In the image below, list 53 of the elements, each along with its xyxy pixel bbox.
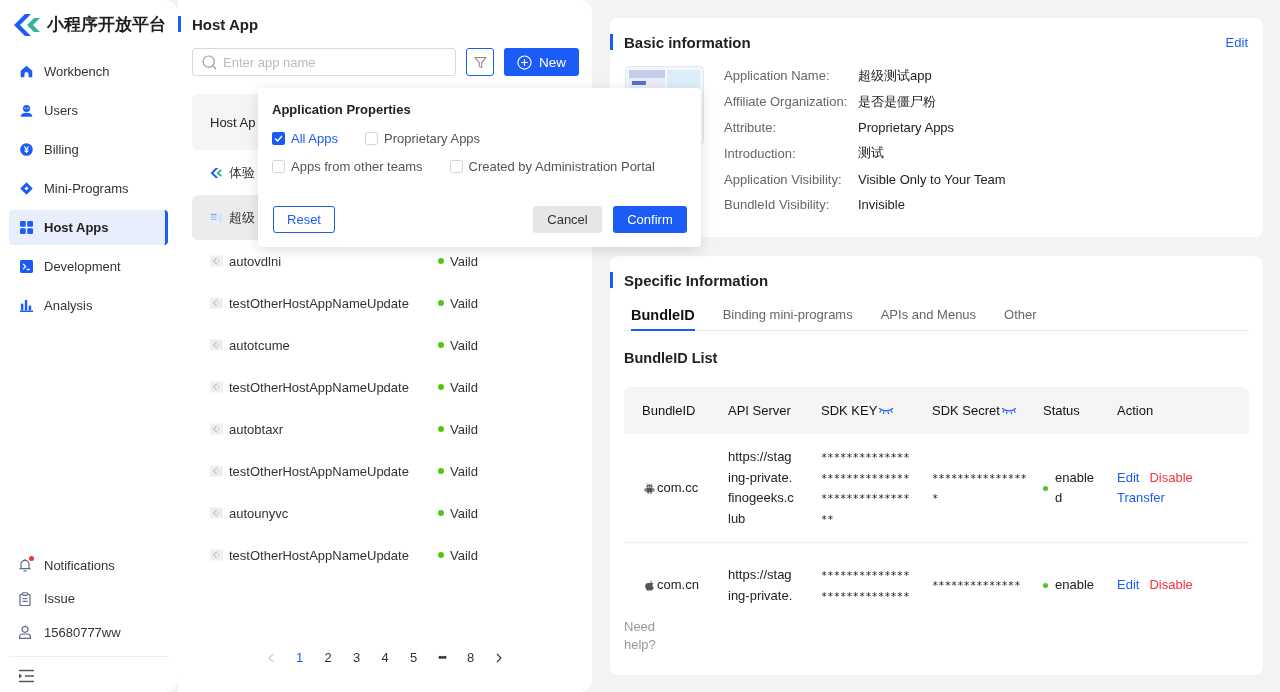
card-title: Specific Information <box>624 271 769 289</box>
field-value: Invisible <box>858 197 906 213</box>
field-value: 超级测试app <box>858 66 933 85</box>
app-name: testOtherHostAppNameUpdate <box>229 295 409 311</box>
app-name: autobtaxr <box>229 421 284 437</box>
app-name: 体验 <box>229 163 255 182</box>
status-text: Vaild <box>450 505 478 521</box>
panel-title: Host App <box>192 15 259 33</box>
card-title: Basic information <box>624 33 751 51</box>
sdk-secret-value: **************** <box>932 470 1028 506</box>
field-value: 是否是僵尸粉 <box>858 92 937 111</box>
field-label: Introduction: <box>724 145 797 161</box>
status-text: Vaild <box>450 295 478 311</box>
app-name: testOtherHostAppNameUpdate <box>229 547 409 563</box>
field-label: Application Name: <box>724 68 831 84</box>
app-name: 超级 <box>229 208 255 227</box>
app-name: autounyvc <box>229 505 289 521</box>
bundle-id: com.cn <box>657 576 699 595</box>
column-header: Status <box>1043 403 1080 418</box>
field-value: Visible Only to Your Team <box>858 171 1006 187</box>
field-label: Affiliate Organization: <box>724 94 849 110</box>
field-value: 测试 <box>858 144 885 163</box>
status-text: enabled <box>1055 468 1096 507</box>
list-title: BundleID List <box>624 349 719 367</box>
api-server-url: https://staging-private.finogeeks.club <box>728 448 794 528</box>
sdk-key-value: **************************** <box>821 568 911 604</box>
app-name: autotcume <box>229 337 290 353</box>
app-name: autovdlni <box>229 253 282 269</box>
bundle-id: com.cc <box>657 478 699 497</box>
app-name: testOtherHostAppNameUpdate <box>229 463 409 479</box>
status-text: Vaild <box>450 421 478 437</box>
status-text: Vaild <box>450 253 478 269</box>
status-text: Vaild <box>450 337 478 353</box>
column-header: SDK Secret <box>932 403 1000 418</box>
status-text: Vaild <box>450 547 478 563</box>
api-server-url: https://staging-private. <box>728 566 794 605</box>
status-text: Vaild <box>450 379 478 395</box>
status-text: Vaild <box>450 463 478 479</box>
sdk-secret-value: ************** <box>932 578 1022 594</box>
column-header: BundleID <box>642 403 696 418</box>
field-label: Application Visibility: <box>724 171 843 187</box>
popover-title: Application Properties <box>272 102 412 118</box>
column-header: SDK KEY <box>821 403 878 418</box>
column-header: API Server <box>728 403 791 418</box>
status-text: enable <box>1055 576 1096 595</box>
brand-name: 小程序开放平台 <box>47 14 166 36</box>
sdk-key-value: ******************************************** <box>821 450 911 527</box>
column-header: Host Ap <box>210 114 256 130</box>
field-value: Proprietary Apps <box>858 120 956 135</box>
field-label: BundleId Visibility: <box>724 197 831 213</box>
column-header: Action <box>1117 403 1154 418</box>
field-label: Attribute: <box>724 120 778 135</box>
app-name: testOtherHostAppNameUpdate <box>229 379 409 395</box>
